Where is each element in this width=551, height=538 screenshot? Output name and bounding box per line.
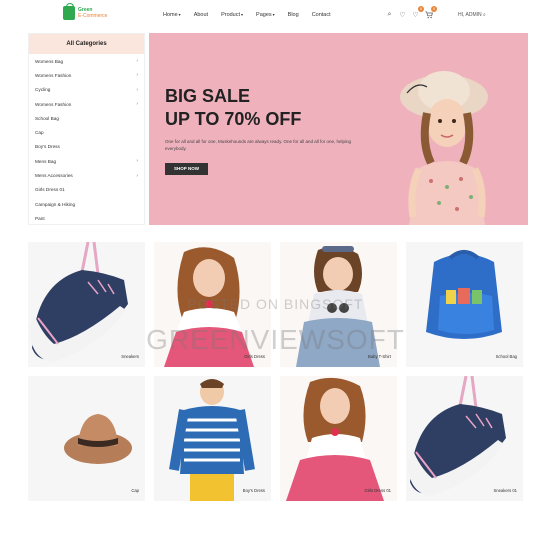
chevron-right-icon: › — [136, 101, 138, 108]
boys-dress-image — [169, 379, 255, 501]
logo[interactable]: Green E-Commerce — [63, 3, 108, 20]
product-label: School Bag — [495, 354, 517, 359]
nav-blog[interactable]: Blog — [288, 12, 299, 18]
nav-product[interactable]: Product▾ — [221, 12, 243, 18]
product-card[interactable]: School Bag — [406, 242, 523, 367]
hero-banner: BIG SALE UP TO 70% OFF One for all and a… — [149, 33, 528, 225]
chevron-down-icon: ▾ — [272, 12, 275, 17]
chevron-right-icon: › — [136, 86, 138, 93]
hero-girl-image — [400, 71, 488, 225]
category-item[interactable]: Womens Bag › — [29, 54, 144, 68]
chevron-down-icon: ▾ — [178, 12, 181, 17]
school-bag-image — [426, 250, 502, 339]
category-item[interactable]: Cycling › — [29, 83, 144, 97]
search-icon[interactable]: ⌕ — [384, 9, 395, 20]
product-label: Girls Dress 01 — [364, 488, 391, 493]
account-link[interactable]: HI, ADMIN ⌕ — [458, 12, 486, 18]
main-nav: Home▾ About Product▾ Pages▾ Blog Contact — [163, 12, 344, 18]
chevron-right-icon: › — [136, 172, 138, 179]
hero-subtitle: One for all and all for one, Muskehounds… — [165, 139, 352, 151]
category-sidebar: All Categories Womens Bag › Womens Fashio… — [28, 33, 145, 225]
header-actions: ⌕ ♡ ♡ 0 0 — [384, 6, 437, 20]
product-card[interactable]: Cap — [28, 376, 145, 501]
product-card[interactable]: Baby T-Shirt — [280, 242, 397, 367]
sneaker-image — [30, 242, 128, 362]
chevron-right-icon: › — [136, 72, 138, 79]
category-item[interactable]: Girls Dress 01 — [29, 183, 144, 197]
category-item[interactable]: Womens Fashion › — [29, 97, 144, 111]
nav-about[interactable]: About — [194, 12, 208, 18]
category-item[interactable]: Campaign & Hiking — [29, 197, 144, 211]
sidebar-title: All Categories — [29, 34, 144, 54]
compare-icon[interactable]: ♡ 0 — [410, 6, 424, 20]
category-item[interactable]: Pant — [29, 211, 144, 225]
product-label: Sneakers 01 — [493, 488, 517, 493]
product-label: Girls Dress — [244, 354, 265, 359]
nav-contact[interactable]: Contact — [312, 12, 331, 18]
category-item[interactable]: Mens Bag › — [29, 154, 144, 168]
site-header: Green E-Commerce Home▾ About Product▾ Pa… — [0, 0, 551, 32]
chevron-right-icon: › — [136, 58, 138, 65]
nav-home[interactable]: Home▾ — [163, 12, 181, 18]
girl-dress-01-image — [286, 377, 384, 501]
product-label: Cap — [131, 488, 139, 493]
product-label: Boy's Dress — [242, 488, 265, 493]
cart-icon[interactable]: 0 — [423, 6, 437, 20]
category-item[interactable]: Cap — [29, 125, 144, 139]
product-card[interactable]: Girls Dress 01 — [280, 376, 397, 501]
cap-image — [64, 414, 132, 464]
product-label: Sneakers — [121, 354, 139, 359]
category-item[interactable]: School Bag — [29, 111, 144, 125]
nav-pages[interactable]: Pages▾ — [256, 12, 275, 18]
shopping-bag-icon — [63, 3, 75, 20]
product-card[interactable]: Girls Dress — [154, 242, 271, 367]
product-label: Baby T-Shirt — [368, 354, 391, 359]
category-item[interactable]: Mens Accessories › — [29, 168, 144, 182]
product-card[interactable]: Sneakers 01 — [406, 376, 523, 501]
cart-badge: 0 — [431, 6, 437, 12]
baby-tshirt-image — [296, 246, 380, 367]
category-item[interactable]: Boy's Dress — [29, 140, 144, 154]
heart-icon[interactable]: ♡ — [397, 9, 408, 20]
sneaker-01-image — [408, 376, 506, 496]
product-card[interactable]: Boy's Dress — [154, 376, 271, 501]
girl-dress-image — [164, 247, 254, 367]
chevron-down-icon: ▾ — [241, 12, 244, 17]
chevron-right-icon: › — [136, 158, 138, 165]
category-list: Womens Bag › Womens Fashion › Cycling › Wom… — [29, 54, 144, 226]
logo-line-2: E-Commerce — [78, 13, 108, 19]
product-card[interactable]: Sneakers — [28, 242, 145, 367]
shop-now-button[interactable]: SHOP NOW — [165, 163, 208, 175]
category-item[interactable]: Womens Fashion › — [29, 68, 144, 82]
hero-title: BIG SALE UP TO 70% OFF — [165, 86, 302, 129]
